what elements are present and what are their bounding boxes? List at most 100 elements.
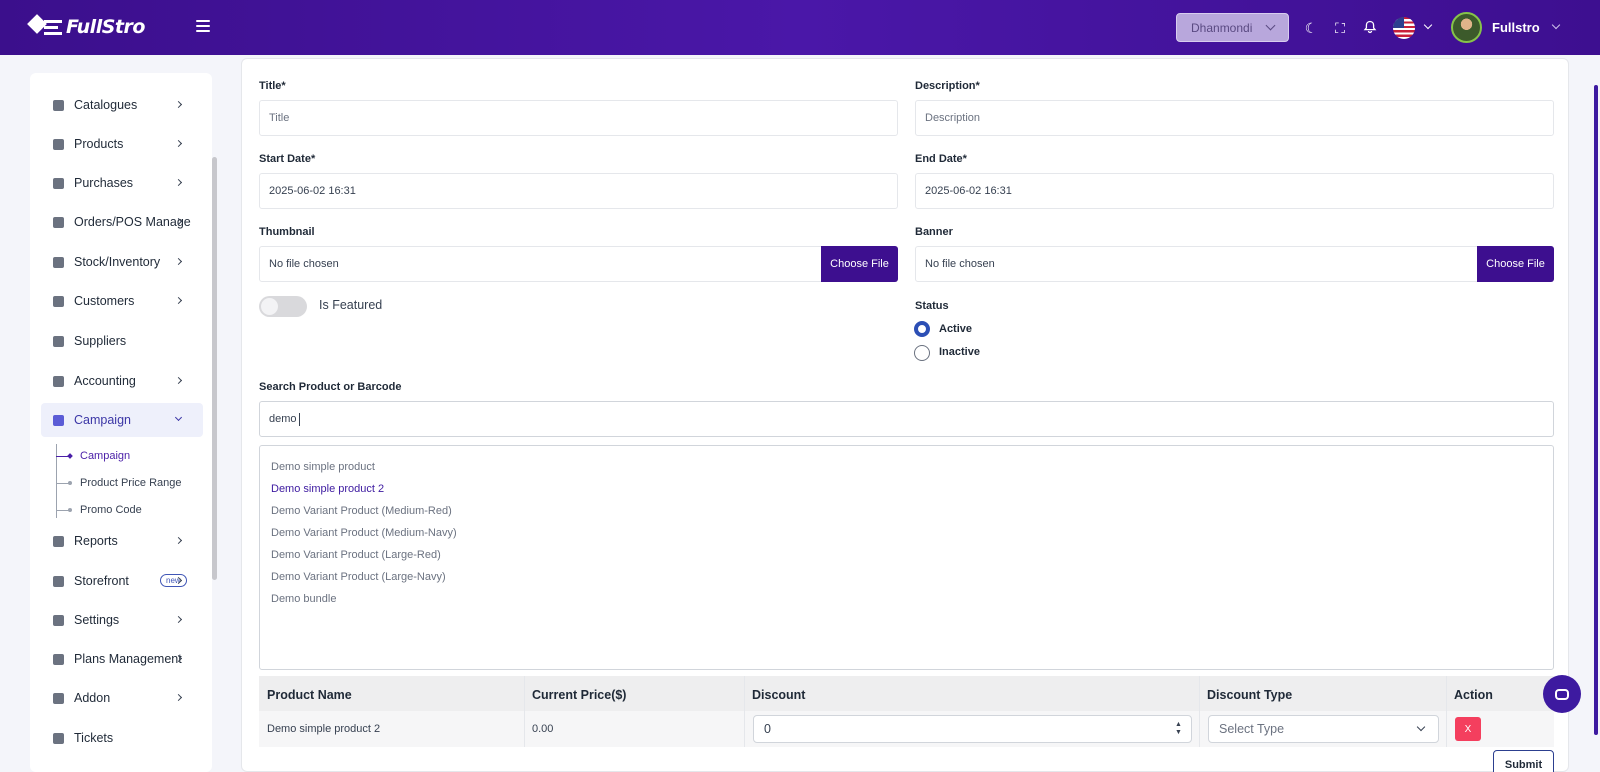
banner-file-name: No file chosen [925, 258, 995, 270]
discount-value: 0 [764, 722, 771, 736]
sidebar-item-campaign[interactable]: Campaign [41, 403, 203, 437]
sidebar-item-label: Tickets [74, 731, 114, 745]
product-table-header [259, 676, 1554, 711]
cart-icon [53, 138, 64, 150]
ticket-icon [53, 732, 64, 744]
sidebar-item-label: Settings [74, 613, 120, 627]
banner-file-input[interactable]: No file chosen Choose File [915, 246, 1554, 282]
row-current-price: 0.00 [532, 723, 554, 735]
search-result-item[interactable]: Demo Variant Product (Large-Red) [271, 549, 441, 561]
sidebar-item-addon[interactable]: Addon [41, 681, 203, 715]
th-action: Action [1454, 688, 1493, 702]
user-avatar[interactable] [1451, 12, 1482, 43]
banner-choose-file-button[interactable]: Choose File [1477, 246, 1554, 282]
branch-select[interactable]: Dhanmondi [1176, 13, 1289, 42]
page-scrollbar[interactable] [1594, 85, 1598, 735]
chevron-right-icon [174, 615, 183, 624]
text-caret [298, 412, 300, 426]
menu-toggle-icon[interactable] [196, 20, 210, 34]
sidebar-item-stock[interactable]: Stock/Inventory [41, 245, 203, 279]
logo-mark-icon [27, 14, 64, 40]
status-label: Status [915, 300, 949, 312]
search-product-input[interactable]: demo [259, 401, 1554, 437]
sidebar-scrollbar[interactable] [212, 157, 217, 580]
chevron-right-icon [174, 693, 183, 702]
us-flag-icon[interactable] [1393, 17, 1415, 39]
sidebar-item-storefront[interactable]: Storefront new [41, 564, 203, 598]
fullscreen-icon[interactable]: ⛶ [1332, 20, 1348, 36]
box-icon [53, 256, 64, 268]
search-result-item[interactable]: Demo Variant Product (Medium-Navy) [271, 527, 457, 539]
sidebar-item-customers[interactable]: Customers [41, 284, 203, 318]
sidebar-item-label: Suppliers [74, 334, 127, 348]
search-result-item[interactable]: Demo simple product [271, 461, 375, 473]
sidebar-item-label: Storefront [74, 574, 129, 588]
sidebar-item-label: Products [74, 137, 124, 151]
search-result-item[interactable]: Demo Variant Product (Large-Navy) [271, 571, 446, 583]
dark-mode-moon-icon[interactable]: ☾ [1303, 20, 1319, 36]
language-chevron-down-icon[interactable] [1423, 20, 1433, 30]
discount-type-select[interactable]: Select Type [1208, 715, 1439, 743]
chevron-right-icon [174, 376, 183, 385]
discount-type-value: Select Type [1219, 722, 1285, 736]
brand-logo[interactable]: FullStro [27, 14, 145, 40]
remove-row-button[interactable]: X [1455, 717, 1481, 741]
number-spinner-icon[interactable]: ▲ ▼ [1175, 721, 1182, 737]
thumbnail-choose-file-button[interactable]: Choose File [821, 246, 898, 282]
thumbnail-file-input[interactable]: No file chosen Choose File [259, 246, 898, 282]
status-inactive-label[interactable]: Inactive [939, 346, 980, 358]
sidebar-item-label: Customers [74, 294, 135, 308]
sidebar-item-purchases[interactable]: Purchases [41, 166, 203, 200]
sidebar-item-label: Addon [74, 691, 111, 705]
chevron-right-icon [174, 257, 183, 266]
search-result-item[interactable]: Demo Variant Product (Medium-Red) [271, 505, 452, 517]
sidebar-item-orders[interactable]: Orders/POS Manage [41, 205, 203, 239]
supplier-icon [53, 335, 64, 347]
sidebar-item-settings[interactable]: Settings [41, 603, 203, 637]
sidebar-item-reports[interactable]: Reports [41, 524, 203, 558]
chevron-right-icon [174, 296, 183, 305]
chevron-down-icon [1416, 722, 1426, 732]
th-product-name: Product Name [267, 688, 352, 702]
sidebar-item-plans[interactable]: Plans Management [41, 642, 203, 676]
sidebar-item-label: Orders/POS Manage [74, 215, 191, 229]
title-input[interactable]: Title [259, 100, 898, 136]
status-active-label[interactable]: Active [939, 323, 972, 335]
campaign-icon [53, 414, 64, 426]
thumbnail-label: Thumbnail [259, 226, 315, 238]
description-input[interactable]: Description [915, 100, 1554, 136]
chat-button[interactable] [1543, 675, 1581, 713]
banner-label: Banner [915, 226, 953, 238]
search-results-list: Demo simple product Demo simple product … [259, 445, 1554, 670]
user-menu-chevron-icon[interactable] [1551, 20, 1561, 30]
row-product-name: Demo simple product 2 [267, 723, 381, 735]
thumbnail-file-name: No file chosen [269, 258, 339, 270]
search-result-item[interactable]: Demo simple product 2 [271, 483, 384, 495]
is-featured-toggle[interactable] [259, 296, 307, 317]
sidebar-item-label: Catalogues [74, 98, 138, 112]
sidebar-item-suppliers[interactable]: Suppliers [41, 324, 203, 358]
chat-bubble-icon [1555, 688, 1569, 700]
chevron-right-icon [174, 100, 183, 109]
bell-icon[interactable] [1362, 20, 1378, 36]
sidebar-item-accounting[interactable]: Accounting [41, 364, 203, 398]
subitem-product-price-range[interactable]: Product Price Range [56, 475, 182, 491]
status-active-radio[interactable] [914, 321, 930, 337]
start-date-input[interactable]: 2025-06-02 16:31 [259, 173, 898, 209]
sidebar-item-tickets[interactable]: Tickets [41, 721, 203, 755]
submenu-bullet-icon [56, 507, 72, 512]
search-result-item[interactable]: Demo bundle [271, 593, 336, 605]
submit-button[interactable]: Submit [1493, 750, 1554, 772]
subitem-promo-code[interactable]: Promo Code [56, 502, 142, 518]
search-product-label: Search Product or Barcode [259, 381, 402, 393]
user-icon [53, 653, 64, 665]
status-inactive-radio[interactable] [914, 345, 930, 361]
subitem-campaign[interactable]: Campaign [56, 448, 130, 464]
discount-input[interactable]: 0 ▲ ▼ [753, 715, 1192, 743]
end-date-input[interactable]: 2025-06-02 16:31 [915, 173, 1554, 209]
clipboard-icon [53, 216, 64, 228]
sidebar-item-products[interactable]: Products [41, 127, 203, 161]
top-header: FullStro Dhanmondi ☾ ⛶ Fullstro [0, 0, 1600, 55]
user-name[interactable]: Fullstro [1492, 20, 1540, 35]
sidebar-item-catalogues[interactable]: Catalogues [41, 88, 203, 122]
